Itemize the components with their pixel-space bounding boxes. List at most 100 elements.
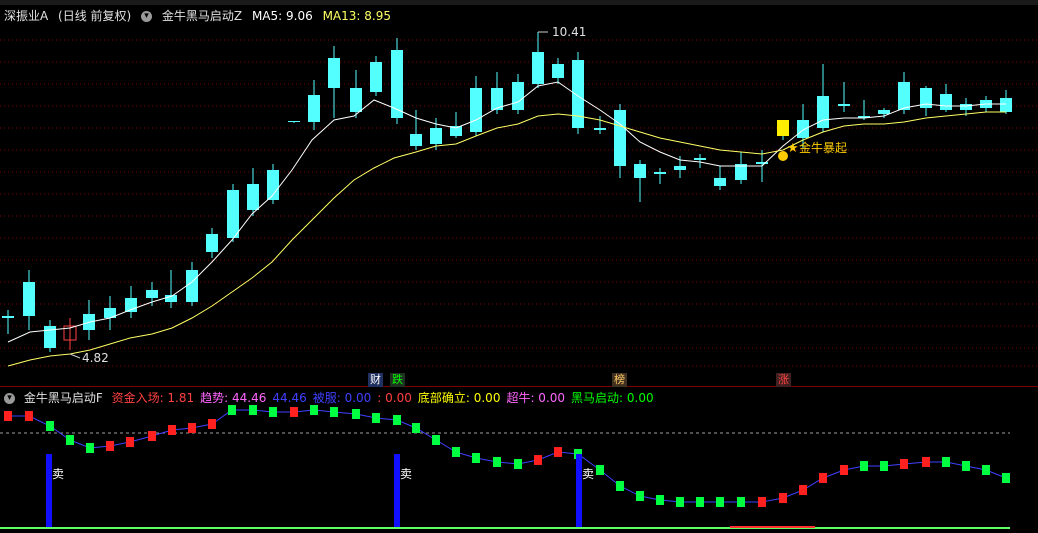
candle-body (308, 95, 320, 122)
trend-bar (758, 497, 766, 507)
trend-bar (696, 497, 704, 507)
candle-body (614, 110, 626, 166)
sell-label: 卖 (52, 467, 64, 481)
trend-bar (412, 423, 420, 433)
sub-field-1: 趋势: 44.46 (200, 391, 267, 405)
candle-body (940, 94, 952, 110)
trend-bar (290, 407, 298, 417)
sub-field-3: 被服: 0.00 (312, 391, 372, 405)
event-tag-2[interactable]: 榜 (612, 373, 627, 387)
chevron-down-icon[interactable]: ▾ (4, 393, 15, 404)
trend-bar (393, 415, 401, 425)
trend-bar (596, 465, 604, 475)
candle-body (288, 121, 300, 122)
candle-body (227, 190, 239, 238)
candle-body (634, 164, 646, 178)
sell-bar (394, 454, 400, 527)
trend-bar (514, 459, 522, 469)
trend-line (8, 409, 1007, 503)
sell-bar (576, 454, 582, 527)
star-icon: ★ (787, 141, 799, 156)
trend-bar (452, 447, 460, 457)
candle-body (430, 128, 442, 144)
trend-bar (982, 465, 990, 475)
candle-body (674, 166, 686, 170)
trend-bar (86, 443, 94, 453)
candle-body (817, 96, 829, 128)
candle-body (328, 58, 340, 88)
candle-body (1000, 98, 1012, 112)
candle-body (898, 82, 910, 110)
candle-body (797, 120, 809, 138)
trend-bar (616, 481, 624, 491)
trend-bar (942, 457, 950, 467)
candle-body (532, 52, 544, 84)
trend-bar (534, 455, 542, 465)
candle-body (2, 316, 14, 318)
candle-body (594, 128, 606, 130)
sell-label: 卖 (400, 467, 412, 481)
sell-bar (46, 454, 52, 527)
trend-bar (676, 497, 684, 507)
sub-chart-header: ▾ 金牛黑马启动F 资金入场: 1.81 趋势: 44.46 44.46 被服: 0.… (4, 390, 665, 406)
sub-field-0: 资金入场: 1.81 (111, 391, 195, 405)
trend-bar (922, 457, 930, 467)
trend-bar (716, 497, 724, 507)
ma5-line (7, 81, 1006, 343)
candle-body (23, 282, 35, 316)
trend-bar (106, 441, 114, 451)
trend-bar (269, 407, 277, 417)
trend-bar (1002, 473, 1010, 483)
low-price-label: 4.82 (82, 351, 109, 365)
trend-bar (148, 431, 156, 441)
sub-field-2: 44.46 (272, 391, 307, 405)
trend-bar (372, 413, 380, 423)
trend-bar (25, 411, 33, 421)
trend-bar (900, 459, 908, 469)
trend-bar (819, 473, 827, 483)
candle-body (960, 104, 972, 110)
trend-bar (310, 405, 318, 415)
candle-body (552, 64, 564, 78)
panel-divider (0, 386, 1038, 387)
candle-body (694, 158, 706, 160)
candle-body (572, 60, 584, 128)
sub-indicator-name[interactable]: 金牛黑马启动F (24, 391, 103, 405)
event-tag-3[interactable]: 涨 (776, 373, 791, 387)
sub-field-7: 黑马启动: 0.00 (571, 391, 654, 405)
trend-bar (228, 405, 236, 415)
trend-bar (168, 425, 176, 435)
sub-field-4: : 0.00 (377, 391, 412, 405)
candle-body (878, 110, 890, 114)
low-marker (69, 353, 81, 359)
trend-bar (737, 497, 745, 507)
trend-bar (188, 423, 196, 433)
candle-body (350, 88, 362, 112)
trend-bar (4, 411, 12, 421)
candle-body (838, 104, 850, 106)
trend-bar (493, 457, 501, 467)
trend-bar (249, 405, 257, 415)
trend-bar (66, 435, 74, 445)
signal-label: 金牛暴起 (799, 140, 847, 155)
candle-body (146, 290, 158, 298)
trend-bar (126, 437, 134, 447)
trend-bar (840, 465, 848, 475)
trend-bar (656, 495, 664, 505)
candle-body (512, 82, 524, 110)
trend-bar (352, 409, 360, 419)
trend-bar (330, 407, 338, 417)
trend-bar (779, 493, 787, 503)
event-tag-1[interactable]: 跌 (390, 373, 405, 387)
signal-bar (777, 120, 789, 136)
candle-body (714, 178, 726, 186)
trend-bar (860, 461, 868, 471)
price-chart[interactable]: 10.41 4.82 ★ 金牛暴起卖 卖 卖 (0, 0, 1038, 533)
sub-field-5: 底部确立: 0.00 (417, 391, 501, 405)
candle-body (186, 270, 198, 302)
sell-label: 卖 (582, 467, 594, 481)
event-tag-0[interactable]: 财 (368, 373, 383, 387)
candle-body (470, 88, 482, 132)
candle-body (370, 62, 382, 92)
high-price-label: 10.41 (552, 25, 586, 39)
